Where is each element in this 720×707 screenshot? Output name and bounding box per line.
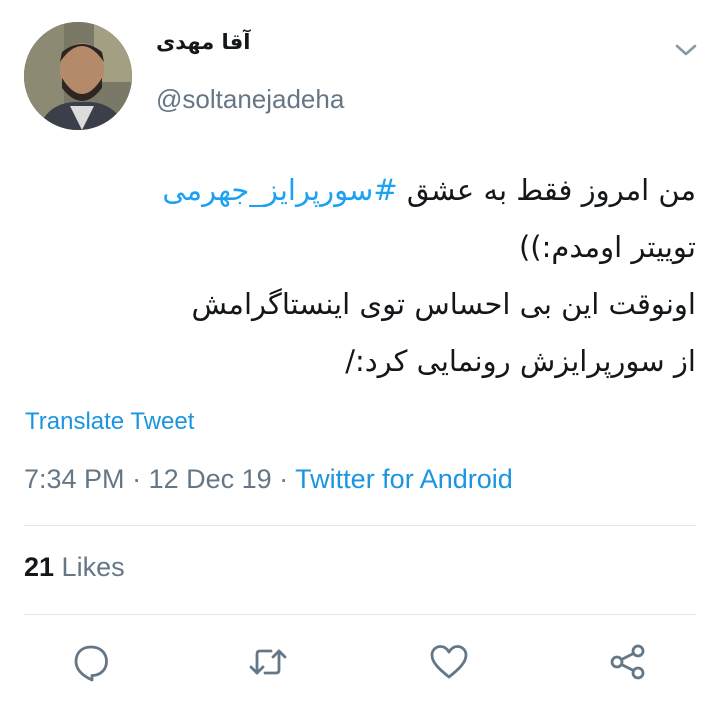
meta-separator: · (124, 464, 149, 494)
meta-separator: · (271, 464, 296, 494)
share-button[interactable] (606, 640, 650, 684)
heart-icon (430, 645, 468, 679)
tweet-source-link[interactable]: Twitter for Android (295, 464, 513, 494)
likes-count: 21 (24, 552, 55, 582)
divider (24, 525, 696, 526)
like-button[interactable] (427, 640, 471, 684)
tweet-line-1: من امروز فقط به عشق #سورپرایز_جهرمی (28, 162, 696, 219)
divider (24, 614, 696, 615)
tweet-time: 7:34 PM (24, 464, 125, 494)
tweet-line-3: اونوقت این بی احساس توی اینستاگرامش (191, 287, 696, 321)
retweet-icon (249, 649, 287, 675)
translate-tweet-link[interactable]: Translate Tweet (25, 408, 194, 436)
reply-icon (74, 645, 108, 682)
share-icon (610, 644, 645, 680)
likes-label: Likes (54, 552, 125, 582)
tweet-line-2: توییتر اومدم:)) (518, 230, 696, 264)
tweet-meta: 7:34 PM · 12 Dec 19 · Twitter for Androi… (24, 464, 513, 495)
chevron-down-icon[interactable] (672, 40, 700, 60)
tweet-line-4: از سورپرایزش رونمایی کرد:/ (345, 344, 696, 378)
hashtag-link[interactable]: #سورپرایز_جهرمی (162, 173, 397, 207)
tweet-text: من امروز فقط به عشق #سورپرایز_جهرمی تویی… (28, 162, 696, 390)
display-name[interactable]: آقا مهدی (156, 30, 250, 54)
tweet-line-1-text: من امروز فقط به عشق (397, 173, 696, 207)
reply-button[interactable] (69, 640, 113, 684)
avatar-photo (24, 22, 132, 130)
tweet-date: 12 Dec 19 (148, 464, 272, 494)
avatar[interactable] (24, 22, 132, 130)
retweet-button[interactable] (246, 640, 290, 684)
likes-summary[interactable]: 21 Likes (24, 552, 125, 583)
user-handle[interactable]: @soltanejadeha (156, 84, 344, 115)
